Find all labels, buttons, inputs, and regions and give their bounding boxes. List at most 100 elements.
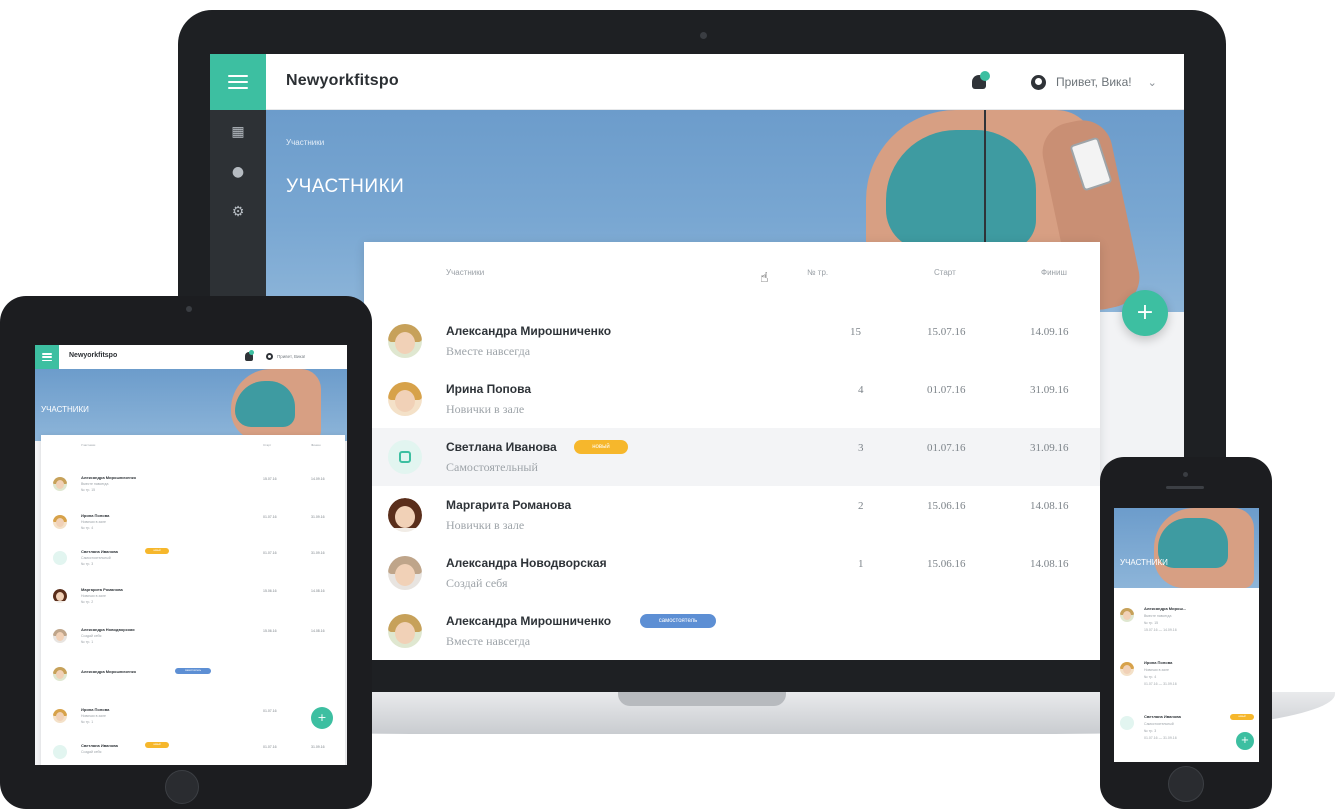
tablet-menu-button[interactable] (35, 345, 59, 369)
athlete-top (1158, 518, 1228, 568)
avatar (388, 498, 422, 532)
member-name: Александра Новодворская (81, 627, 135, 632)
start-date: 15.07.16 (927, 326, 966, 338)
list-item[interactable]: Ирина Попова Новички в зале № тр. 4 01.0… (1114, 656, 1259, 710)
phone-screen: УЧАСТНИКИ Александра Мирош... Вместе нав… (1114, 508, 1259, 762)
chevron-down-icon: ⌄ (1147, 75, 1157, 89)
column-header-finish[interactable]: Финиш (311, 443, 321, 447)
hand-cursor-icon: ☝ (760, 270, 769, 286)
tablet-members-list: Участники Старт Финиш Александра Мирошни… (41, 435, 345, 765)
member-group: Новички в зале (81, 520, 106, 524)
member-group: Новички в зале (446, 518, 525, 532)
grid-icon[interactable]: ▦ (210, 124, 266, 140)
add-member-button[interactable]: + (1122, 290, 1168, 336)
member-group: Новички в зале (446, 402, 525, 416)
tablet-user-menu[interactable]: Привет, Вика! (266, 353, 305, 360)
phone-add-button[interactable]: + (1236, 732, 1254, 750)
list-item[interactable]: Светлана Иванова новый Создай себя 01.07… (41, 735, 345, 765)
start-date: 01.07.16 (263, 551, 277, 555)
start-date: 01.07.16 (927, 442, 966, 454)
avatar (388, 614, 422, 648)
member-group: Самостоятельный (1144, 722, 1174, 726)
tablet-home-button[interactable] (165, 770, 199, 804)
list-item[interactable]: Светлана Иванова новый Самостоятельный №… (41, 541, 345, 581)
phone-page-title: УЧАСТНИКИ (1120, 558, 1168, 567)
start-date: 15.06.16 (263, 629, 277, 633)
avatar (53, 589, 67, 603)
menu-button[interactable] (210, 54, 266, 110)
member-group: Новички в зале (81, 714, 106, 718)
finish-date: 14.08.16 (1030, 558, 1069, 570)
avatar (53, 515, 67, 529)
table-row[interactable]: Александра Мирошниченко самостоятель Вме… (364, 602, 1100, 660)
avatar (53, 629, 67, 643)
member-group: Вместе навсегда (446, 344, 531, 358)
member-name: Александра Новодворская (446, 556, 607, 570)
training-count: № тр. 3 (1144, 729, 1157, 733)
greeting-text: Привет, Вика! (1056, 75, 1132, 89)
gear-icon[interactable]: ⚙ (210, 204, 266, 220)
tablet-add-button[interactable]: + (311, 707, 333, 729)
list-item[interactable]: Александра Новодворская Создай себя № тр… (41, 619, 345, 659)
group-icon (53, 551, 67, 565)
avatar (53, 667, 67, 681)
member-name: Ирина Попова (81, 707, 110, 712)
start-date: 01.07.16 (927, 384, 966, 396)
list-item[interactable]: Маргарита Романова Новички в зале № тр. … (41, 579, 345, 619)
new-badge: новый (145, 742, 169, 748)
list-item[interactable]: Александра Мирошниченко Вместе навсегда … (41, 467, 345, 507)
finish-date: 31.09.16 (311, 551, 325, 555)
finish-date: 14.09.16 (311, 477, 325, 481)
column-header-finish[interactable]: Финиш (1041, 268, 1067, 277)
member-name: Ирина Попова (446, 382, 532, 396)
list-item[interactable]: Ирина Попова Новички в зале № тр. 4 01.0… (41, 505, 345, 545)
independent-badge: самостоятель (640, 614, 716, 628)
user-icon[interactable]: ● (210, 164, 266, 180)
member-group: Вместе навсегда (1144, 614, 1172, 618)
date-range: 15.07.16 — 14.09.16 (1144, 628, 1177, 632)
notification-icon[interactable] (972, 71, 990, 91)
training-count: № тр. 15 (81, 488, 96, 492)
training-count: 4 (858, 384, 864, 396)
tablet-brand: Newyorkfitspo (69, 352, 118, 359)
table-row[interactable]: Светлана Иванова новый Самостоятельный 3… (364, 428, 1100, 486)
table-row[interactable]: Александра Мирошниченко Вместе навсегда … (364, 312, 1100, 370)
start-date: 15.07.16 (263, 477, 277, 481)
member-group: Новички в зале (1144, 668, 1169, 672)
list-item[interactable]: Александра Мирошниченко самостоятель (41, 657, 345, 697)
start-date: 01.07.16 (263, 709, 277, 713)
member-name: Александра Мирошниченко (81, 669, 137, 674)
list-item[interactable]: Ирина Попова Новички в зале № тр. 1 01.0… (41, 699, 345, 739)
account-icon (266, 353, 273, 360)
start-date: 15.06.16 (927, 500, 966, 512)
table-row[interactable]: Александра Новодворская Создай себя 1 15… (364, 544, 1100, 602)
member-name: Светлана Иванова (81, 743, 118, 748)
member-name: Александра Мирошниченко (446, 614, 612, 628)
member-group: Вместе навсегда (81, 482, 109, 486)
table-row[interactable]: Ирина Попова Новички в зале 4 01.07.16 3… (364, 370, 1100, 428)
phone-home-button[interactable] (1168, 766, 1204, 802)
member-group: Создай себя (81, 634, 102, 638)
laptop-notch (618, 692, 786, 706)
date-range: 01.07.16 — 31.09.16 (1144, 736, 1177, 740)
user-menu[interactable]: Привет, Вика! ⌄ (1031, 72, 1157, 92)
training-count: № тр. 15 (1144, 621, 1159, 625)
column-header-members[interactable]: Участники (446, 268, 484, 277)
column-header-start[interactable]: Старт (934, 268, 956, 277)
training-count: № тр. 4 (81, 526, 94, 530)
member-group: Вместе навсегда (446, 634, 531, 648)
column-header-members[interactable]: Участники (81, 443, 95, 447)
independent-badge: самостоятель (175, 668, 211, 674)
column-header-count[interactable]: № тр. (807, 268, 828, 277)
finish-date: 14.08.16 (311, 589, 325, 593)
athlete-top (235, 381, 295, 427)
member-name: Александра Мирошниченко (446, 324, 612, 338)
hamburger-icon (42, 353, 52, 361)
training-count: № тр. 2 (81, 600, 94, 604)
table-row[interactable]: Маргарита Романова Новички в зале 2 15.0… (364, 486, 1100, 544)
notification-icon[interactable] (245, 350, 254, 361)
list-item[interactable]: Александра Мирош... Вместе навсегда № тр… (1114, 602, 1259, 656)
finish-date: 31.09.16 (1030, 442, 1069, 454)
column-header-start[interactable]: Старт (263, 443, 271, 447)
breadcrumb[interactable]: Участники (286, 138, 324, 147)
